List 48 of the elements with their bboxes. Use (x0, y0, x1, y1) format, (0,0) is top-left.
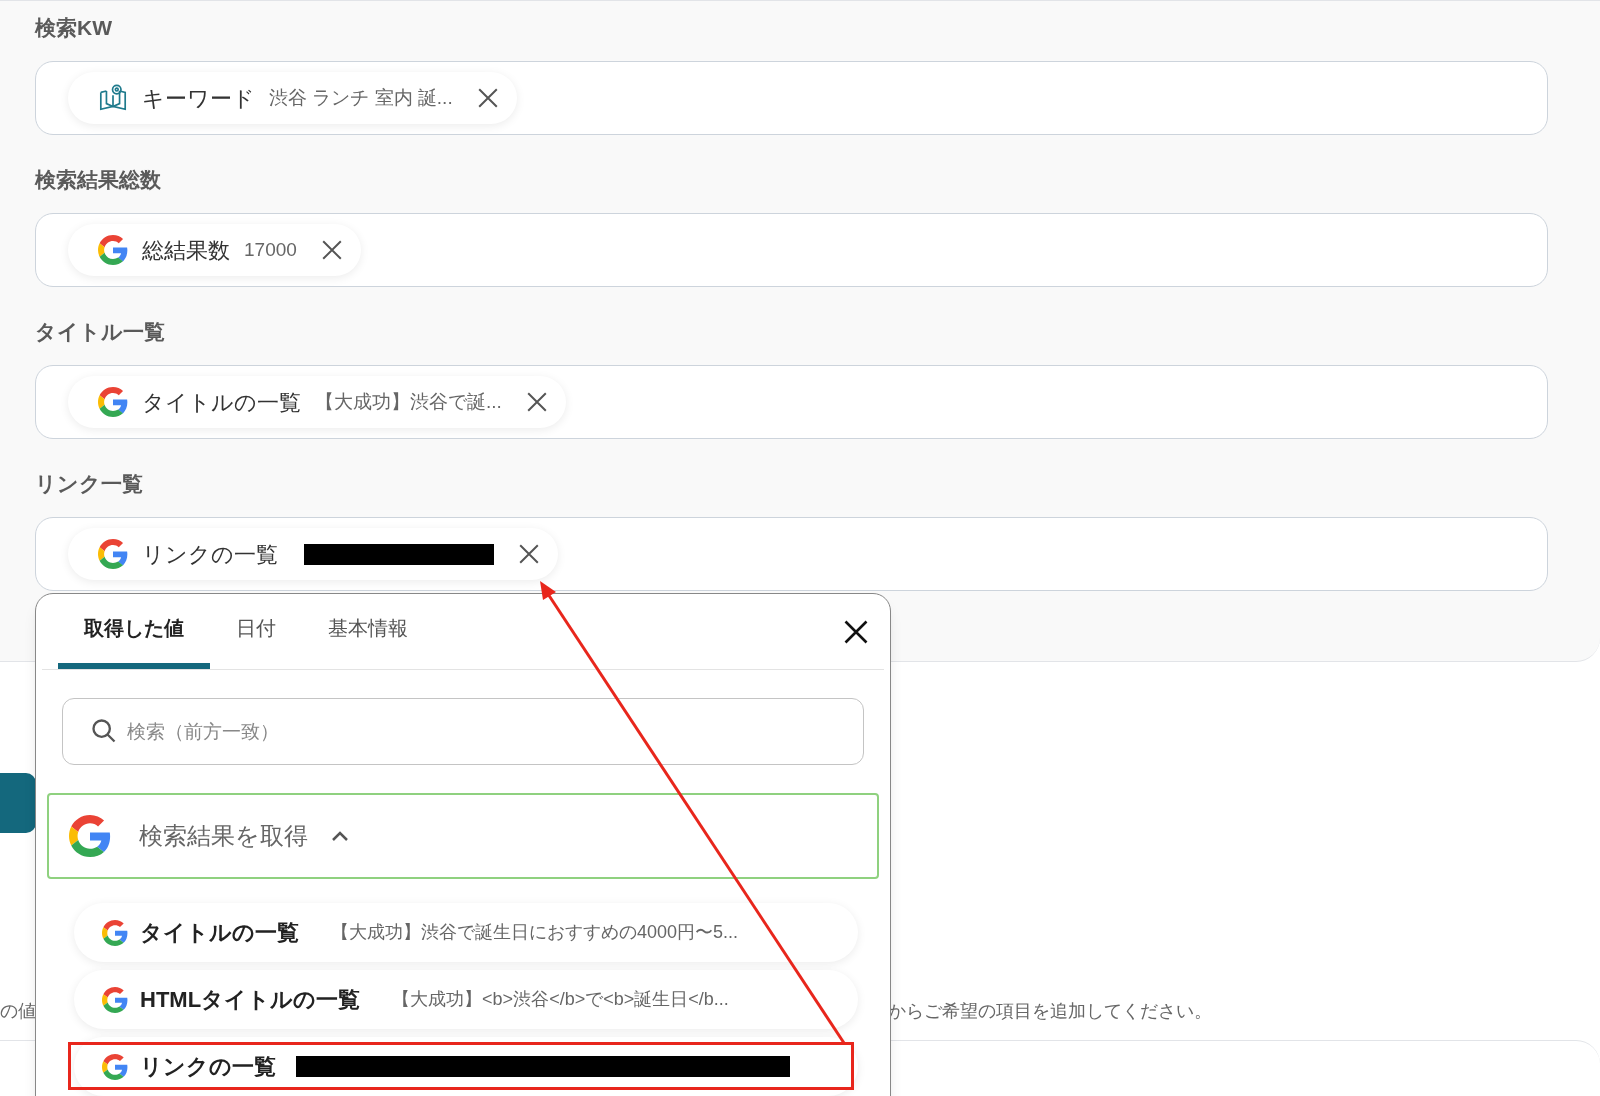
search-field[interactable]: 検索（前方一致） (62, 698, 864, 765)
google-logo-icon (102, 1053, 128, 1080)
field-label: タイトル一覧 (35, 319, 166, 345)
google-logo-icon (69, 815, 111, 857)
input-field[interactable]: リンクの一覧 (35, 517, 1548, 591)
chip-name: タイトルの一覧 (142, 388, 301, 417)
tab[interactable]: 日付 (210, 593, 302, 669)
google-logo-icon (98, 387, 128, 417)
chip-value: 17000 (244, 237, 297, 262)
chip-name: キーワード (142, 84, 255, 113)
remove-icon[interactable] (320, 239, 343, 261)
item-name: HTMLタイトルの一覧 (140, 986, 361, 1014)
google-logo-icon (98, 235, 128, 265)
list-item[interactable]: リンクの一覧 (74, 1037, 858, 1096)
tab[interactable]: 基本情報 (302, 593, 434, 669)
remove-icon[interactable] (525, 391, 548, 413)
google-logo-icon (102, 986, 128, 1013)
value-chip[interactable]: タイトルの一覧 【大成功】渋谷で誕... (68, 376, 566, 428)
field-label: 検索結果総数 (35, 167, 162, 193)
value-chip[interactable]: 総結果数 17000 (68, 224, 361, 276)
group-title: 検索結果を取得 (139, 821, 308, 851)
value-chip[interactable]: キーワード 渋谷 ランチ 室内 誕... (68, 72, 517, 124)
chip-value: 渋谷 ランチ 室内 誕... (269, 85, 453, 110)
input-field[interactable]: 総結果数 17000 (35, 213, 1548, 287)
input-field[interactable]: タイトルの一覧 【大成功】渋谷で誕... (35, 365, 1548, 439)
close-icon[interactable] (842, 618, 870, 646)
item-name: リンクの一覧 (140, 1053, 276, 1081)
remove-icon[interactable] (518, 543, 540, 565)
tab[interactable]: 取得した値 (58, 593, 210, 669)
item-name: タイトルの一覧 (140, 919, 299, 947)
value-chip[interactable]: リンクの一覧 (68, 528, 558, 580)
list-item[interactable]: タイトルの一覧 【大成功】渋谷で誕生日におすすめの4000円〜5... (74, 903, 858, 962)
description-text: の値 (0, 1000, 36, 1023)
item-value: 【大成功】渋谷で誕生日におすすめの4000円〜5... (331, 921, 739, 944)
chip-name: リンクの一覧 (142, 540, 278, 569)
field-label: リンク一覧 (35, 471, 144, 497)
search-icon (90, 717, 118, 745)
google-logo-icon (98, 539, 128, 569)
chip-value: 【大成功】渋谷で誕... (315, 389, 502, 414)
input-field[interactable]: キーワード 渋谷 ランチ 室内 誕... (35, 61, 1548, 135)
group-header[interactable]: 検索結果を取得 (47, 793, 879, 879)
chip-name: 総結果数 (142, 236, 230, 265)
book-icon (98, 83, 128, 113)
list-item[interactable]: HTMLタイトルの一覧 【大成功】<b>渋谷</b>で<b>誕生日</b... (74, 970, 858, 1029)
google-logo-icon (102, 919, 128, 946)
remove-icon[interactable] (476, 87, 499, 109)
item-value: 【大成功】<b>渋谷</b>で<b>誕生日</b... (392, 988, 729, 1011)
field-label: 検索KW (35, 15, 113, 41)
